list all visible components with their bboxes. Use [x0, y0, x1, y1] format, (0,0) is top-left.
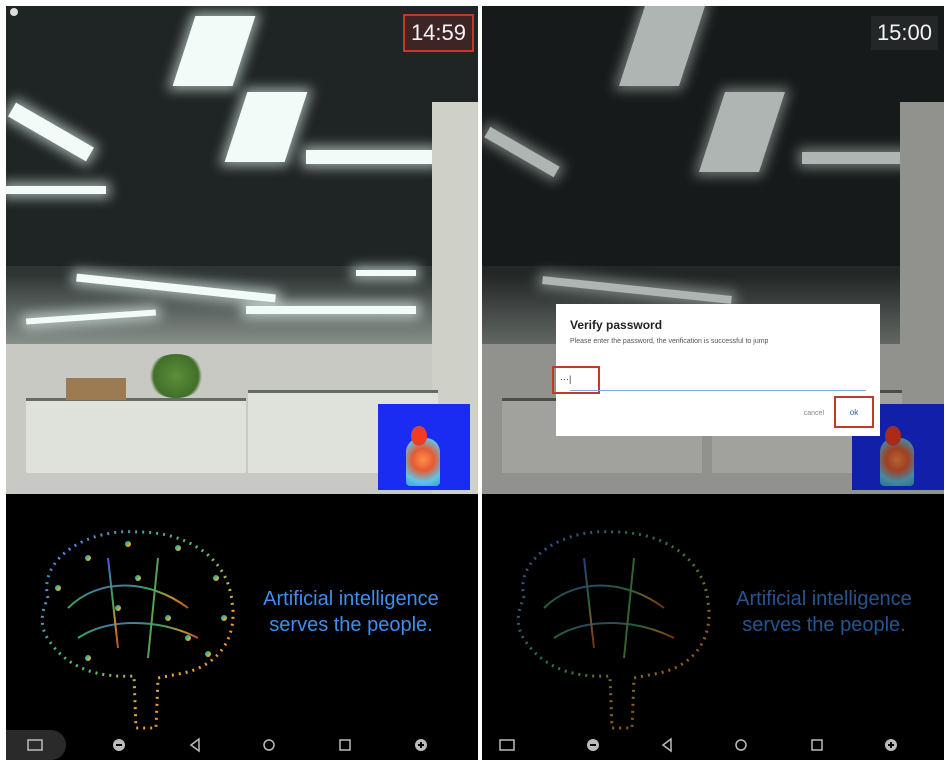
thermal-head	[885, 426, 901, 446]
thermal-preview	[378, 404, 470, 490]
tagline: Artificial intelligence serves the peopl…	[256, 586, 446, 638]
cancel-button[interactable]: cancel	[804, 410, 824, 417]
verify-password-dialog: Verify password Please enter the passwor…	[552, 304, 880, 436]
back-icon[interactable]	[186, 736, 204, 754]
volume-down-icon[interactable]	[584, 736, 602, 754]
recents-icon[interactable]	[808, 736, 826, 754]
thermal-body	[880, 438, 914, 486]
screenshot-icon[interactable]	[26, 736, 44, 754]
tagline-line2: serves the people.	[269, 614, 433, 636]
left-screen: 14:59 Artificial intelligence serves the…	[6, 6, 478, 760]
recents-icon[interactable]	[336, 736, 354, 754]
tagline: Artificial intelligence serves the peopl…	[734, 586, 914, 638]
back-icon[interactable]	[658, 736, 676, 754]
screenshot-icon[interactable]	[498, 736, 516, 754]
tagline-line1: Artificial intelligence	[736, 588, 912, 610]
right-screen: 15:00 Verify password Please enter the p…	[482, 6, 944, 760]
volume-down-icon[interactable]	[110, 736, 128, 754]
status-indicator	[10, 8, 18, 16]
clock: 14:59	[402, 14, 475, 52]
volume-up-icon[interactable]	[882, 736, 900, 754]
brain-icon	[516, 530, 711, 730]
ok-button[interactable]: ok	[834, 396, 874, 428]
home-icon[interactable]	[260, 736, 278, 754]
dialog-message: Please enter the password, the verificat…	[570, 338, 769, 345]
clock: 15:00	[870, 16, 938, 50]
input-underline	[570, 390, 866, 391]
thermal-body	[406, 438, 440, 486]
home-icon[interactable]	[732, 736, 750, 754]
nav-bar	[482, 730, 944, 760]
volume-up-icon[interactable]	[412, 736, 430, 754]
brain-icon	[40, 530, 235, 730]
tagline-line2: serves the people.	[742, 614, 906, 636]
promo-area: Artificial intelligence serves the peopl…	[6, 494, 478, 760]
promo-area: Artificial intelligence serves the peopl…	[482, 494, 944, 760]
nav-bar	[6, 730, 478, 760]
dialog-title: Verify password	[570, 318, 663, 332]
tagline-line1: Artificial intelligence	[263, 588, 439, 610]
thermal-head	[411, 426, 427, 446]
